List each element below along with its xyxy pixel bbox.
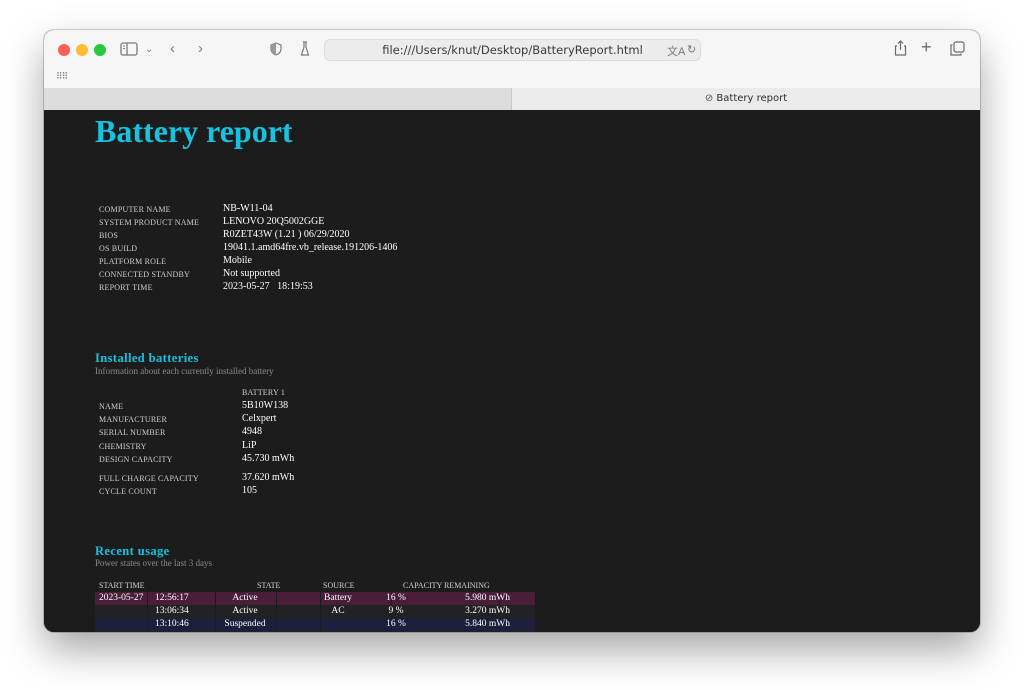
info-value: NB-W11-04	[223, 203, 273, 214]
start-time: 12:56:17	[155, 593, 189, 603]
state: Suspended	[224, 619, 266, 629]
info-value: 2023-05-27 18:19:53	[223, 281, 313, 292]
start-date: 2023-05-27	[99, 593, 144, 603]
battery-label: DESIGN CAPACITY	[99, 455, 173, 464]
table-row: 2023-05-27 12:56:17 Active Battery 16 % 5.980…	[95, 592, 535, 605]
capacity-mwh: 5.840 mWh	[465, 619, 510, 629]
installed-batteries-subtitle: Information about each currently install…	[95, 366, 274, 376]
table-row: 13:11:30ActiveAC17 %6.280 mWh	[95, 631, 535, 632]
info-label: PLATFORM ROLE	[99, 257, 167, 266]
info-value: R0ZET43W (1.21 ) 06/29/2020	[223, 229, 350, 240]
capacity-mwh: 5.980 mWh	[465, 593, 510, 603]
battery-label: CYCLE COUNT	[99, 487, 157, 496]
column-header-capacity: CAPACITY REMAINING	[403, 581, 490, 590]
translate-icon[interactable]: 文A	[667, 43, 685, 59]
favorites-grid-icon[interactable]: ⠿⠿	[56, 71, 68, 82]
battery-value: LiP	[242, 440, 257, 451]
chevron-down-icon[interactable]: ⌄	[145, 42, 153, 58]
close-window-button[interactable]	[58, 44, 70, 56]
back-arrow-icon[interactable]: ‹	[170, 41, 175, 57]
new-tab-plus-icon[interactable]: +	[921, 38, 932, 56]
battery-value: 45.730 mWh	[242, 453, 295, 464]
info-value: Not supported	[223, 268, 280, 279]
battery-value: 5B10W138	[242, 400, 289, 411]
info-label: CONNECTED STANDBY	[99, 270, 190, 279]
battery-value: Celxpert	[242, 413, 277, 424]
start-time: 13:10:46	[155, 619, 189, 629]
info-label: SYSTEM PRODUCT NAME	[99, 218, 200, 227]
battery-label: MANUFACTURER	[99, 415, 168, 424]
info-label: REPORT TIME	[99, 283, 153, 292]
tab-title: Battery report	[716, 93, 788, 104]
compass-icon: ⊘	[704, 93, 714, 104]
info-label: BIOS	[99, 231, 119, 240]
browser-toolbar: ⌄ ‹ › file:///Users/knut/Desktop/Battery…	[44, 30, 980, 88]
info-value: 19041.1.amd64fre.vb_release.191206-1406	[223, 242, 398, 253]
battery-label: SERIAL NUMBER	[99, 428, 166, 437]
page-title: Battery report	[95, 113, 293, 149]
battery-value: 37.620 mWh	[242, 472, 295, 483]
table-row: 13:06:34 Active AC 9 % 3.270 mWh	[95, 605, 535, 618]
browser-window: ⌄ ‹ › file:///Users/knut/Desktop/Battery…	[44, 30, 980, 632]
reload-icon[interactable]: ↻	[687, 43, 696, 56]
info-label: OS BUILD	[99, 244, 138, 253]
info-label: COMPUTER NAME	[99, 205, 171, 214]
address-bar[interactable]: file:///Users/knut/Desktop/BatteryReport…	[324, 39, 701, 61]
tab-battery-report[interactable]: ⊘ Battery report	[512, 88, 980, 110]
column-header-start-time: START TIME	[99, 581, 145, 590]
battery-label: NAME	[99, 402, 124, 411]
zoom-window-button[interactable]	[94, 44, 106, 56]
table-row: 13:10:46 Suspended 16 % 5.840 mWh	[95, 618, 535, 631]
installed-batteries-heading: Installed batteries	[95, 351, 199, 365]
battery-value: 4948	[242, 426, 262, 437]
tab-bar: ⊘ Battery report	[44, 88, 980, 110]
battery-column-header: BATTERY 1	[242, 388, 286, 397]
recent-usage-subtitle: Power states over the last 3 days	[95, 558, 212, 568]
info-value: Mobile	[223, 255, 252, 266]
tab-empty[interactable]	[44, 88, 512, 110]
recent-usage-heading: Recent usage	[95, 544, 170, 558]
start-time: 13:06:34	[155, 606, 189, 616]
column-header-state: STATE	[257, 581, 281, 590]
state: Active	[232, 593, 258, 603]
share-icon[interactable]	[894, 40, 907, 60]
battery-label: FULL CHARGE CAPACITY	[99, 474, 199, 483]
forward-arrow-icon[interactable]: ›	[198, 41, 203, 57]
battery-label: CHEMISTRY	[99, 442, 147, 451]
extension-icon[interactable]	[300, 41, 310, 61]
tab-overview-icon[interactable]	[950, 41, 965, 60]
column-header-source: SOURCE	[323, 581, 355, 590]
minimize-window-button[interactable]	[76, 44, 88, 56]
info-value: LENOVO 20Q5002GGE	[223, 216, 325, 227]
state: Active	[232, 606, 258, 616]
url-text: file:///Users/knut/Desktop/BatteryReport…	[382, 43, 643, 57]
page-content: Battery report COMPUTER NAME NB-W11-04 S…	[44, 110, 980, 632]
sidebar-toggle-icon[interactable]	[120, 42, 138, 60]
battery-value: 105	[242, 485, 257, 496]
privacy-shield-icon[interactable]	[270, 42, 282, 60]
capacity-mwh: 3.270 mWh	[465, 606, 510, 616]
